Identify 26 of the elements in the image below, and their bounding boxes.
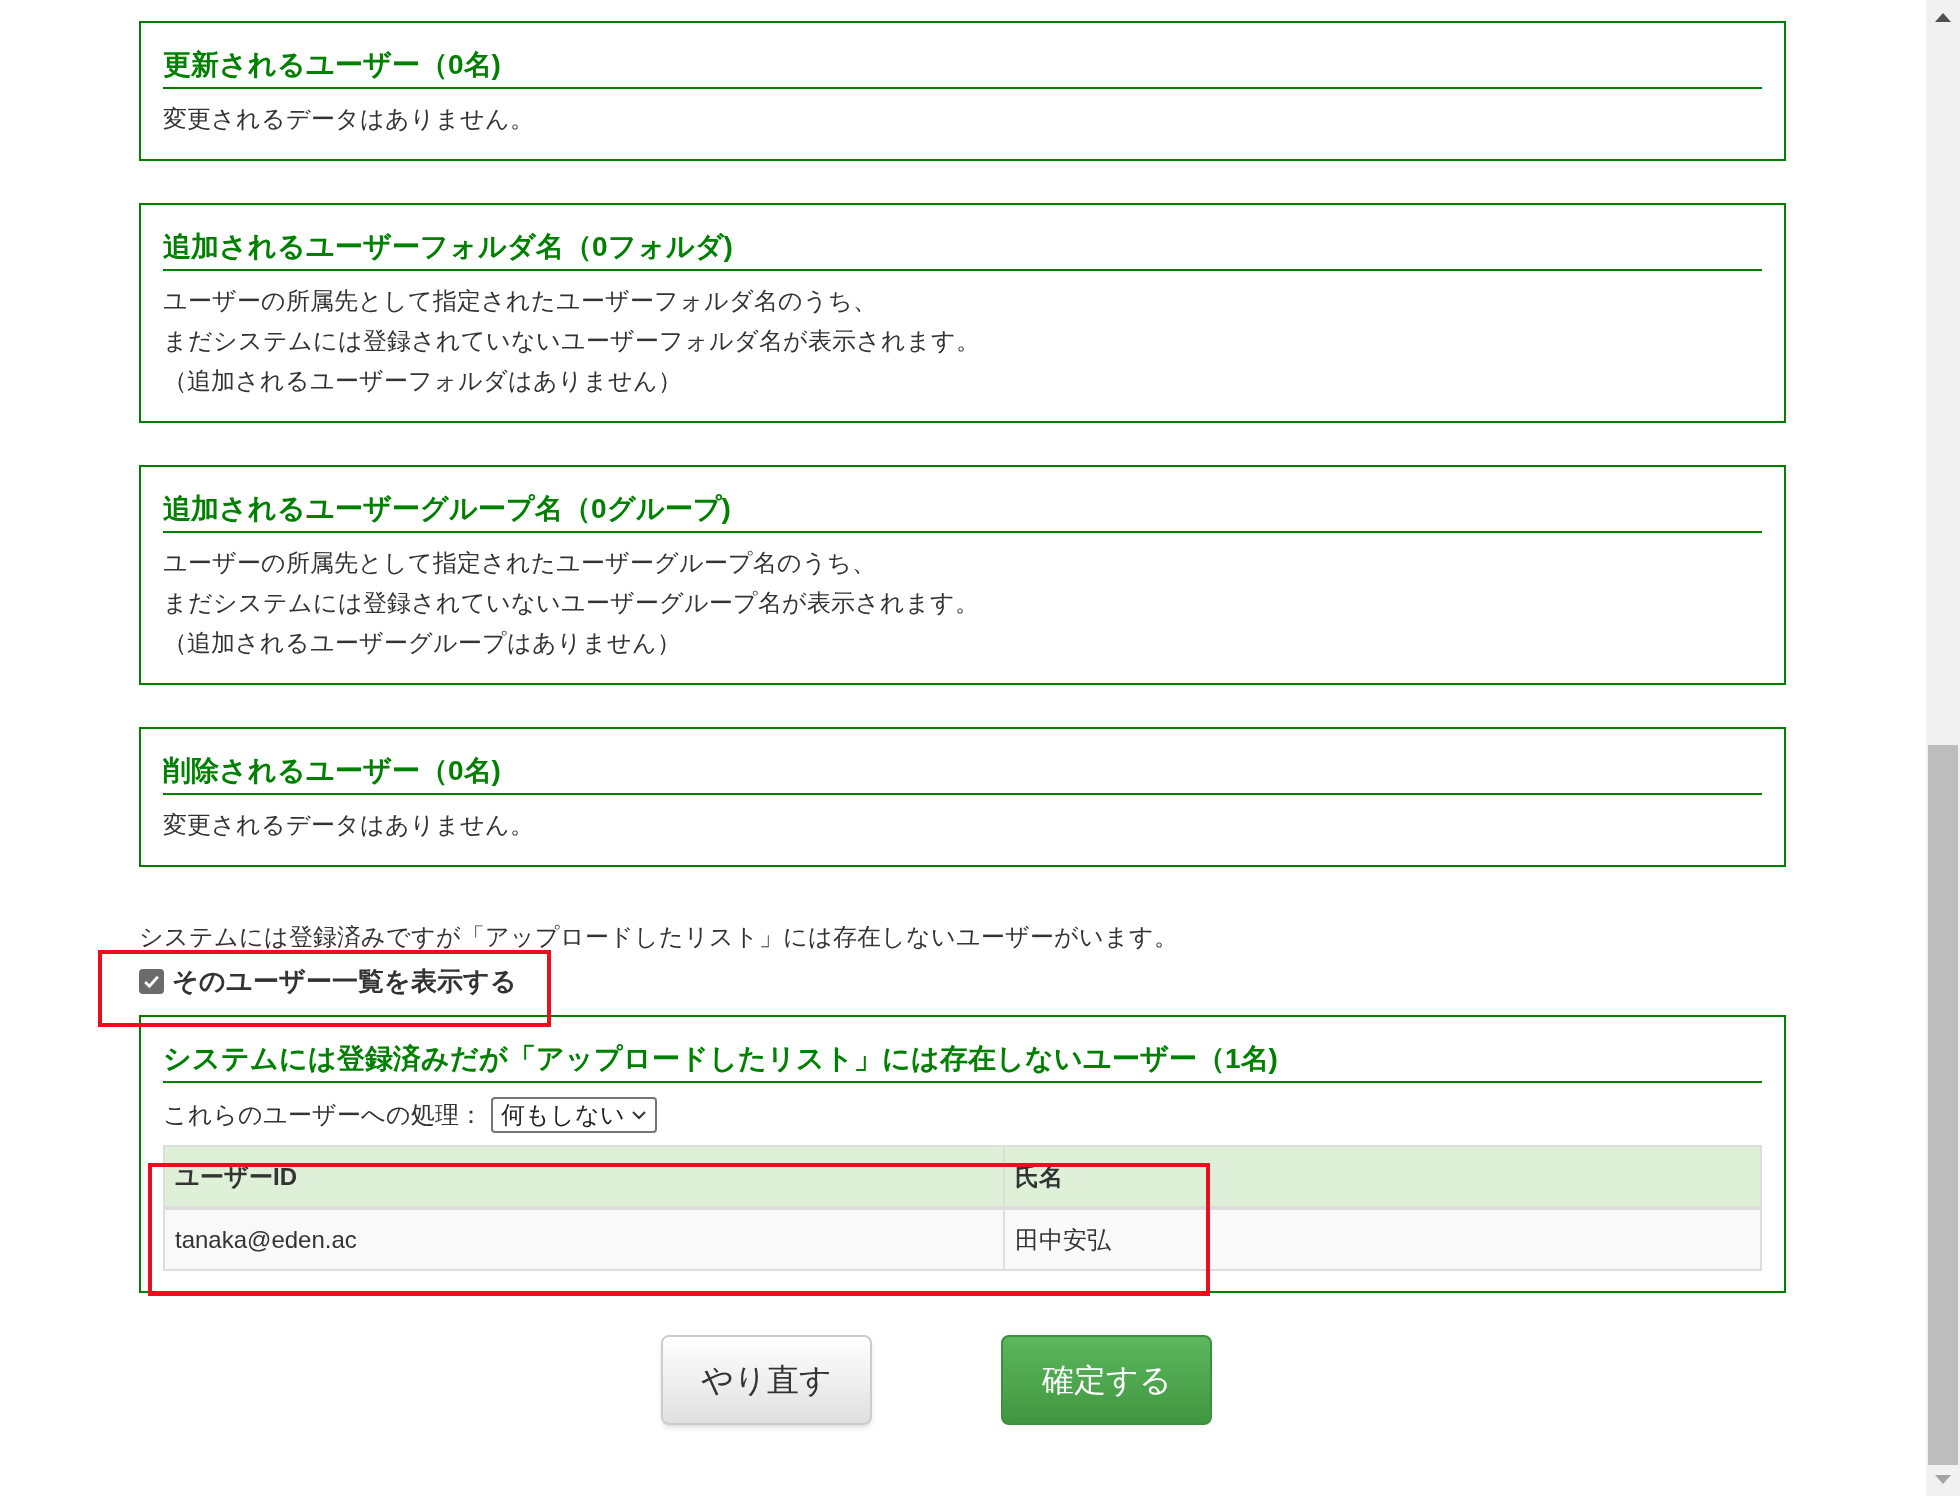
scrollbar-thumb[interactable] [1928, 745, 1958, 1465]
section-text: まだシステムには登録されていないユーザーグループ名が表示されます。 [163, 588, 980, 618]
notice-text: システムには登録済みですが「アップロードしたリスト」には存在しないユーザーがいます。 [139, 922, 1179, 952]
scroll-up-icon[interactable] [1935, 12, 1951, 22]
section-text: 変更されるデータはありません。 [163, 104, 535, 134]
section-title: 追加されるユーザーグループ名（0グループ) [163, 491, 1762, 533]
table-cell: 田中安弘 [1004, 1208, 1761, 1270]
action-label: これらのユーザーへの処理： [163, 1100, 483, 1130]
scroll-down-icon[interactable] [1935, 1475, 1951, 1485]
section-title: 削除されるユーザー（0名) [163, 753, 1762, 795]
section-text: （追加されるユーザーグループはありません） [163, 628, 682, 658]
scrollbar[interactable] [1926, 0, 1960, 1496]
section-title: システムには登録済みだが「アップロードしたリスト」には存在しないユーザー（1名) [163, 1041, 1762, 1083]
section-text: ユーザーの所属先として指定されたユーザーフォルダ名のうち、 [163, 286, 878, 316]
chevron-down-icon [631, 1110, 647, 1120]
checkbox-label[interactable]: そのユーザー一覧を表示する [172, 961, 517, 1001]
redo-button[interactable]: やり直す [661, 1335, 872, 1425]
table-cell: tanaka@eden.ac [164, 1208, 1004, 1270]
action-select[interactable]: 何もしない [491, 1097, 657, 1133]
section-text: （追加されるユーザーフォルダはありません） [163, 366, 683, 396]
section-title: 更新されるユーザー（0名) [163, 47, 1762, 89]
section-text: 変更されるデータはありません。 [163, 810, 535, 840]
section-text: ユーザーの所属先として指定されたユーザーグループ名のうち、 [163, 548, 877, 578]
show-list-checkbox[interactable] [139, 968, 164, 994]
section-text: まだシステムには登録されていないユーザーフォルダ名が表示されます。 [163, 326, 981, 356]
section-title: 追加されるユーザーフォルダ名（0フォルダ) [163, 229, 1762, 271]
